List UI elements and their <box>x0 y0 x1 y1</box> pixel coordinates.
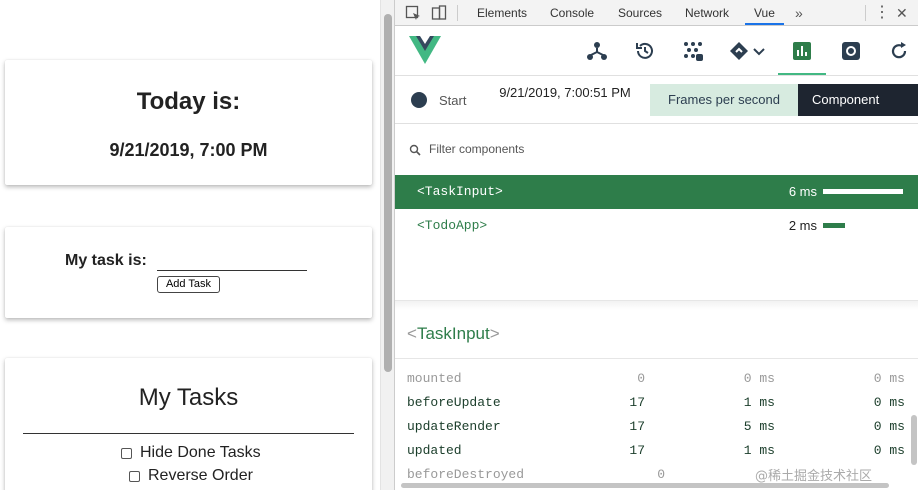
hide-done-checkbox[interactable]: Hide Done Tasks <box>121 444 261 462</box>
tab-frames-per-second[interactable]: Frames per second <box>650 84 798 116</box>
detail-vertical-scrollbar[interactable] <box>911 415 917 465</box>
todo-app: Today is: 9/21/2019, 7:00 PM My task is:… <box>0 0 380 490</box>
app-scrollbar[interactable] <box>380 0 394 490</box>
tab-vue[interactable]: Vue <box>745 0 784 25</box>
component-time: 2 ms <box>788 218 817 233</box>
today-card: Today is: 9/21/2019, 7:00 PM <box>5 60 372 185</box>
component-row-taskinput[interactable]: <TaskInput> 6 ms <box>395 175 918 209</box>
vuex-icon[interactable] <box>682 40 704 62</box>
add-task-button[interactable]: Add Task <box>157 276 220 293</box>
tab-elements[interactable]: Elements <box>477 0 527 25</box>
performance-icon[interactable] <box>791 40 813 62</box>
component-time-bar <box>823 189 903 194</box>
hook-name: beforeDestroyed <box>407 467 525 482</box>
pane-splitter[interactable] <box>395 300 918 310</box>
hook-total: 0 ms <box>743 371 775 386</box>
detail-title: <TaskInput> <box>407 324 500 344</box>
hide-done-label: Hide Done Tasks <box>140 444 261 461</box>
hook-count: 17 <box>629 443 645 458</box>
tab-sources[interactable]: Sources <box>618 0 662 25</box>
component-name: <TaskInput> <box>417 184 503 199</box>
hook-count: 17 <box>629 395 645 410</box>
hook-avg: 0 ms <box>873 395 905 410</box>
tabbar-separator <box>457 5 458 21</box>
hook-total: 1 ms <box>743 395 775 410</box>
start-button[interactable]: Start <box>439 93 466 108</box>
task-input[interactable] <box>157 251 307 271</box>
tab-console[interactable]: Console <box>550 0 594 25</box>
search-icon <box>409 144 421 156</box>
reverse-order-checkbox[interactable]: Reverse Order <box>129 467 253 485</box>
hook-count: 0 <box>657 467 665 482</box>
component-time-bar <box>823 223 845 228</box>
performance-header: Start 9/21/2019, 7:00:51 PM Frames per s… <box>395 76 918 124</box>
today-date: 9/21/2019, 7:00 PM <box>109 140 268 160</box>
hook-count: 17 <box>629 419 645 434</box>
filter-components[interactable]: Filter components <box>395 124 918 176</box>
hook-avg: 0 ms <box>873 443 905 458</box>
devtools-panel: Elements Console Sources Network Vue » ⋮… <box>394 0 918 490</box>
tasks-card: My Tasks Hide Done Tasks Reverse Order <box>5 358 372 490</box>
hook-row: updated 17 1 ms 0 ms <box>395 439 905 463</box>
checkbox-box[interactable] <box>129 470 140 482</box>
app-scrollbar-thumb[interactable] <box>384 14 392 372</box>
hook-name: mounted <box>407 371 462 386</box>
detail-component-name: TaskInput <box>416 324 490 343</box>
refresh-icon[interactable] <box>888 40 910 62</box>
events-icon[interactable] <box>728 40 768 62</box>
open-bracket: < <box>407 324 417 343</box>
checkbox-box[interactable] <box>121 447 132 459</box>
hook-count: 0 <box>637 371 645 386</box>
detail-divider <box>395 358 918 359</box>
hook-avg: 0 ms <box>873 371 905 386</box>
tab-component[interactable]: Component <box>798 84 918 116</box>
vue-logo-icon <box>409 36 441 64</box>
hook-row: updateRender 17 5 ms 0 ms <box>395 415 905 439</box>
components-tree-icon[interactable] <box>586 40 608 62</box>
record-button-icon[interactable] <box>411 92 427 108</box>
component-name: <TodoApp> <box>417 218 488 233</box>
history-icon[interactable] <box>634 40 656 62</box>
component-time: 6 ms <box>788 184 817 199</box>
hook-row: beforeUpdate 17 1 ms 0 ms <box>395 391 905 415</box>
recording-timestamp: 9/21/2019, 7:00:51 PM <box>499 85 631 100</box>
devtools-tabbar: Elements Console Sources Network Vue » ⋮… <box>395 0 918 26</box>
more-tabs-button[interactable]: » <box>795 0 803 26</box>
hook-row: mounted 0 0 ms 0 ms <box>395 367 905 391</box>
screenshot-root: Today is: 9/21/2019, 7:00 PM My task is:… <box>0 0 918 490</box>
component-detail: <TaskInput> mounted 0 0 ms 0 ms beforeUp… <box>395 310 918 490</box>
hook-avg: 0 ms <box>873 419 905 434</box>
task-input-card: My task is: Add Task <box>5 227 372 318</box>
close-devtools-icon[interactable]: ✕ <box>896 0 908 26</box>
kebab-menu-icon[interactable]: ⋮ <box>874 0 890 26</box>
component-row-todoapp[interactable]: <TodoApp> 2 ms <box>395 209 918 243</box>
watermark: @稀土掘金技术社区 <box>755 469 873 484</box>
hook-name: beforeUpdate <box>407 395 501 410</box>
reverse-order-label: Reverse Order <box>148 467 253 484</box>
tab-network[interactable]: Network <box>685 0 729 25</box>
device-toolbar-icon[interactable] <box>431 5 447 21</box>
today-heading: Today is: <box>136 88 241 115</box>
inspect-element-icon[interactable] <box>405 5 421 21</box>
settings-icon[interactable] <box>840 40 862 62</box>
tasks-heading: My Tasks <box>138 384 239 411</box>
close-bracket: > <box>489 324 500 343</box>
hook-total: 1 ms <box>743 443 775 458</box>
filter-placeholder: Filter components <box>429 142 525 156</box>
tasks-divider <box>23 433 354 434</box>
hook-name: updated <box>407 443 462 458</box>
tabbar-separator <box>865 5 866 21</box>
vue-toolbar <box>395 26 918 76</box>
hook-name: updateRender <box>407 419 501 434</box>
task-label: My task is: <box>65 252 147 269</box>
hook-total: 5 ms <box>743 419 775 434</box>
